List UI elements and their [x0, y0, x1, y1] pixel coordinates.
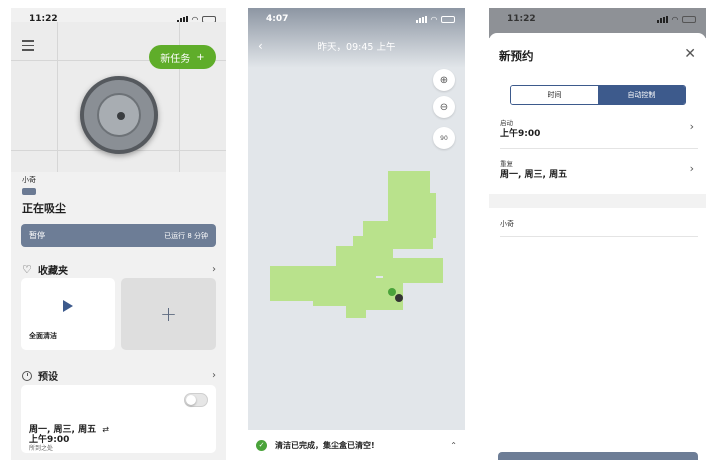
decor-line	[57, 22, 58, 172]
section-gap	[489, 194, 706, 208]
map-region	[346, 293, 366, 318]
close-icon[interactable]: ✕	[684, 46, 696, 62]
repeat-icon: ⇄	[102, 425, 109, 434]
favorite-card[interactable]: 全面清洁	[21, 278, 115, 350]
robot-image	[80, 76, 158, 154]
plus-icon: +	[196, 51, 205, 63]
new-task-button[interactable]: 新任务 +	[149, 45, 216, 69]
tab-time[interactable]: 时间	[511, 86, 598, 104]
start-value: 上午9:00	[500, 129, 541, 139]
add-favorite-card[interactable]: +	[121, 278, 216, 350]
cleaned-area	[270, 171, 443, 318]
map-screen: 4:07 ◠ ‹ 昨天，09:45 上午 ⊕ ⊖ 90 ✓ 清洁已完成，集尘盒已…	[248, 8, 465, 460]
clock-icon	[22, 370, 32, 381]
signal-icon	[656, 15, 668, 23]
presets-header[interactable]: 预设 ›	[22, 368, 216, 383]
status-panel[interactable]: ✓ 清洁已完成，集尘盒已清空! ⌃	[248, 430, 465, 460]
status-time: 4:07	[266, 14, 289, 24]
chevron-right-icon: ›	[689, 162, 694, 175]
signal-icon	[415, 15, 427, 23]
status-bar: 11:22 ◠	[489, 8, 706, 30]
runtime-text: 已运行 8 分钟	[164, 231, 208, 240]
sheet-title: 新预约	[499, 49, 534, 63]
battery-icon	[682, 15, 696, 23]
chevron-right-icon: ›	[689, 120, 694, 133]
robot-name: 小奇	[22, 176, 36, 184]
pause-label: 暂停	[29, 231, 45, 240]
dock-icon	[388, 288, 396, 296]
robot-battery-icon	[22, 188, 36, 195]
preset-where: 所到之处	[29, 445, 54, 452]
home-screen: 11:22 ◠ 新任务 + 小奇 正在吸尘 暂停 已运行 8 分钟 ♡ 收藏夹 …	[11, 8, 226, 460]
cleaning-map	[270, 171, 443, 318]
divider	[500, 236, 698, 237]
preset-toggle[interactable]	[184, 393, 208, 407]
add-icon: +	[160, 302, 177, 326]
map-title: 昨天，09:45 上午	[317, 42, 396, 53]
preset-card[interactable]: 周一, 周三, 周五 ⇄ 上午9:00 所到之处	[21, 385, 216, 453]
status-bar: 4:07 ◠	[248, 8, 465, 30]
play-icon[interactable]	[63, 300, 73, 312]
favorites-title: 收藏夹	[38, 266, 68, 277]
repeat-value: 周一, 周三, 周五	[500, 170, 568, 180]
new-task-label: 新任务	[160, 53, 191, 65]
tab-auto-control[interactable]: 自动控制	[598, 86, 685, 104]
zoom-out-icon[interactable]: ⊖	[433, 96, 455, 118]
robot-state: 正在吸尘	[22, 202, 66, 215]
schedule-sheet: 新预约 ✕ 时间 自动控制 启动 上午9:00 › 重复 周一, 周三, 周五 …	[489, 33, 706, 460]
status-message: 清洁已完成，集尘盒已清空!	[275, 440, 375, 450]
start-time-row[interactable]: 启动 上午9:00 ›	[489, 113, 706, 147]
map-region	[383, 258, 443, 283]
repeat-row[interactable]: 重复 周一, 周三, 周五 ›	[489, 155, 706, 191]
status-time: 11:22	[507, 14, 536, 24]
wifi-icon: ◠	[671, 14, 678, 24]
heart-icon: ♡	[22, 263, 32, 276]
schedule-button[interactable]: 预设	[498, 452, 698, 460]
chevron-right-icon: ›	[212, 370, 216, 381]
menu-icon[interactable]	[22, 40, 34, 54]
chevron-right-icon: ›	[212, 264, 216, 275]
mode-segmented-control: 时间 自动控制	[510, 85, 686, 105]
robot-selector[interactable]: 小奇	[500, 219, 514, 229]
chevron-up-icon[interactable]: ⌃	[450, 441, 457, 450]
robot-position-icon	[395, 294, 403, 302]
favorite-card-label: 全面清洁	[29, 332, 57, 340]
divider	[500, 148, 698, 149]
wifi-icon: ◠	[430, 14, 437, 24]
pause-button[interactable]: 暂停 已运行 8 分钟	[21, 224, 216, 247]
presets-title: 预设	[38, 372, 58, 383]
favorites-header[interactable]: ♡ 收藏夹 ›	[22, 262, 216, 277]
check-icon: ✓	[256, 439, 267, 451]
robot-button	[117, 112, 125, 120]
zoom-in-icon[interactable]: ⊕	[433, 69, 455, 91]
schedule-screen: 11:22 ◠ 新预约 ✕ 时间 自动控制 启动 上午9:00 › 重复 周一,…	[489, 8, 706, 460]
battery-icon	[441, 15, 455, 23]
rotate-icon[interactable]: 90	[433, 127, 455, 149]
